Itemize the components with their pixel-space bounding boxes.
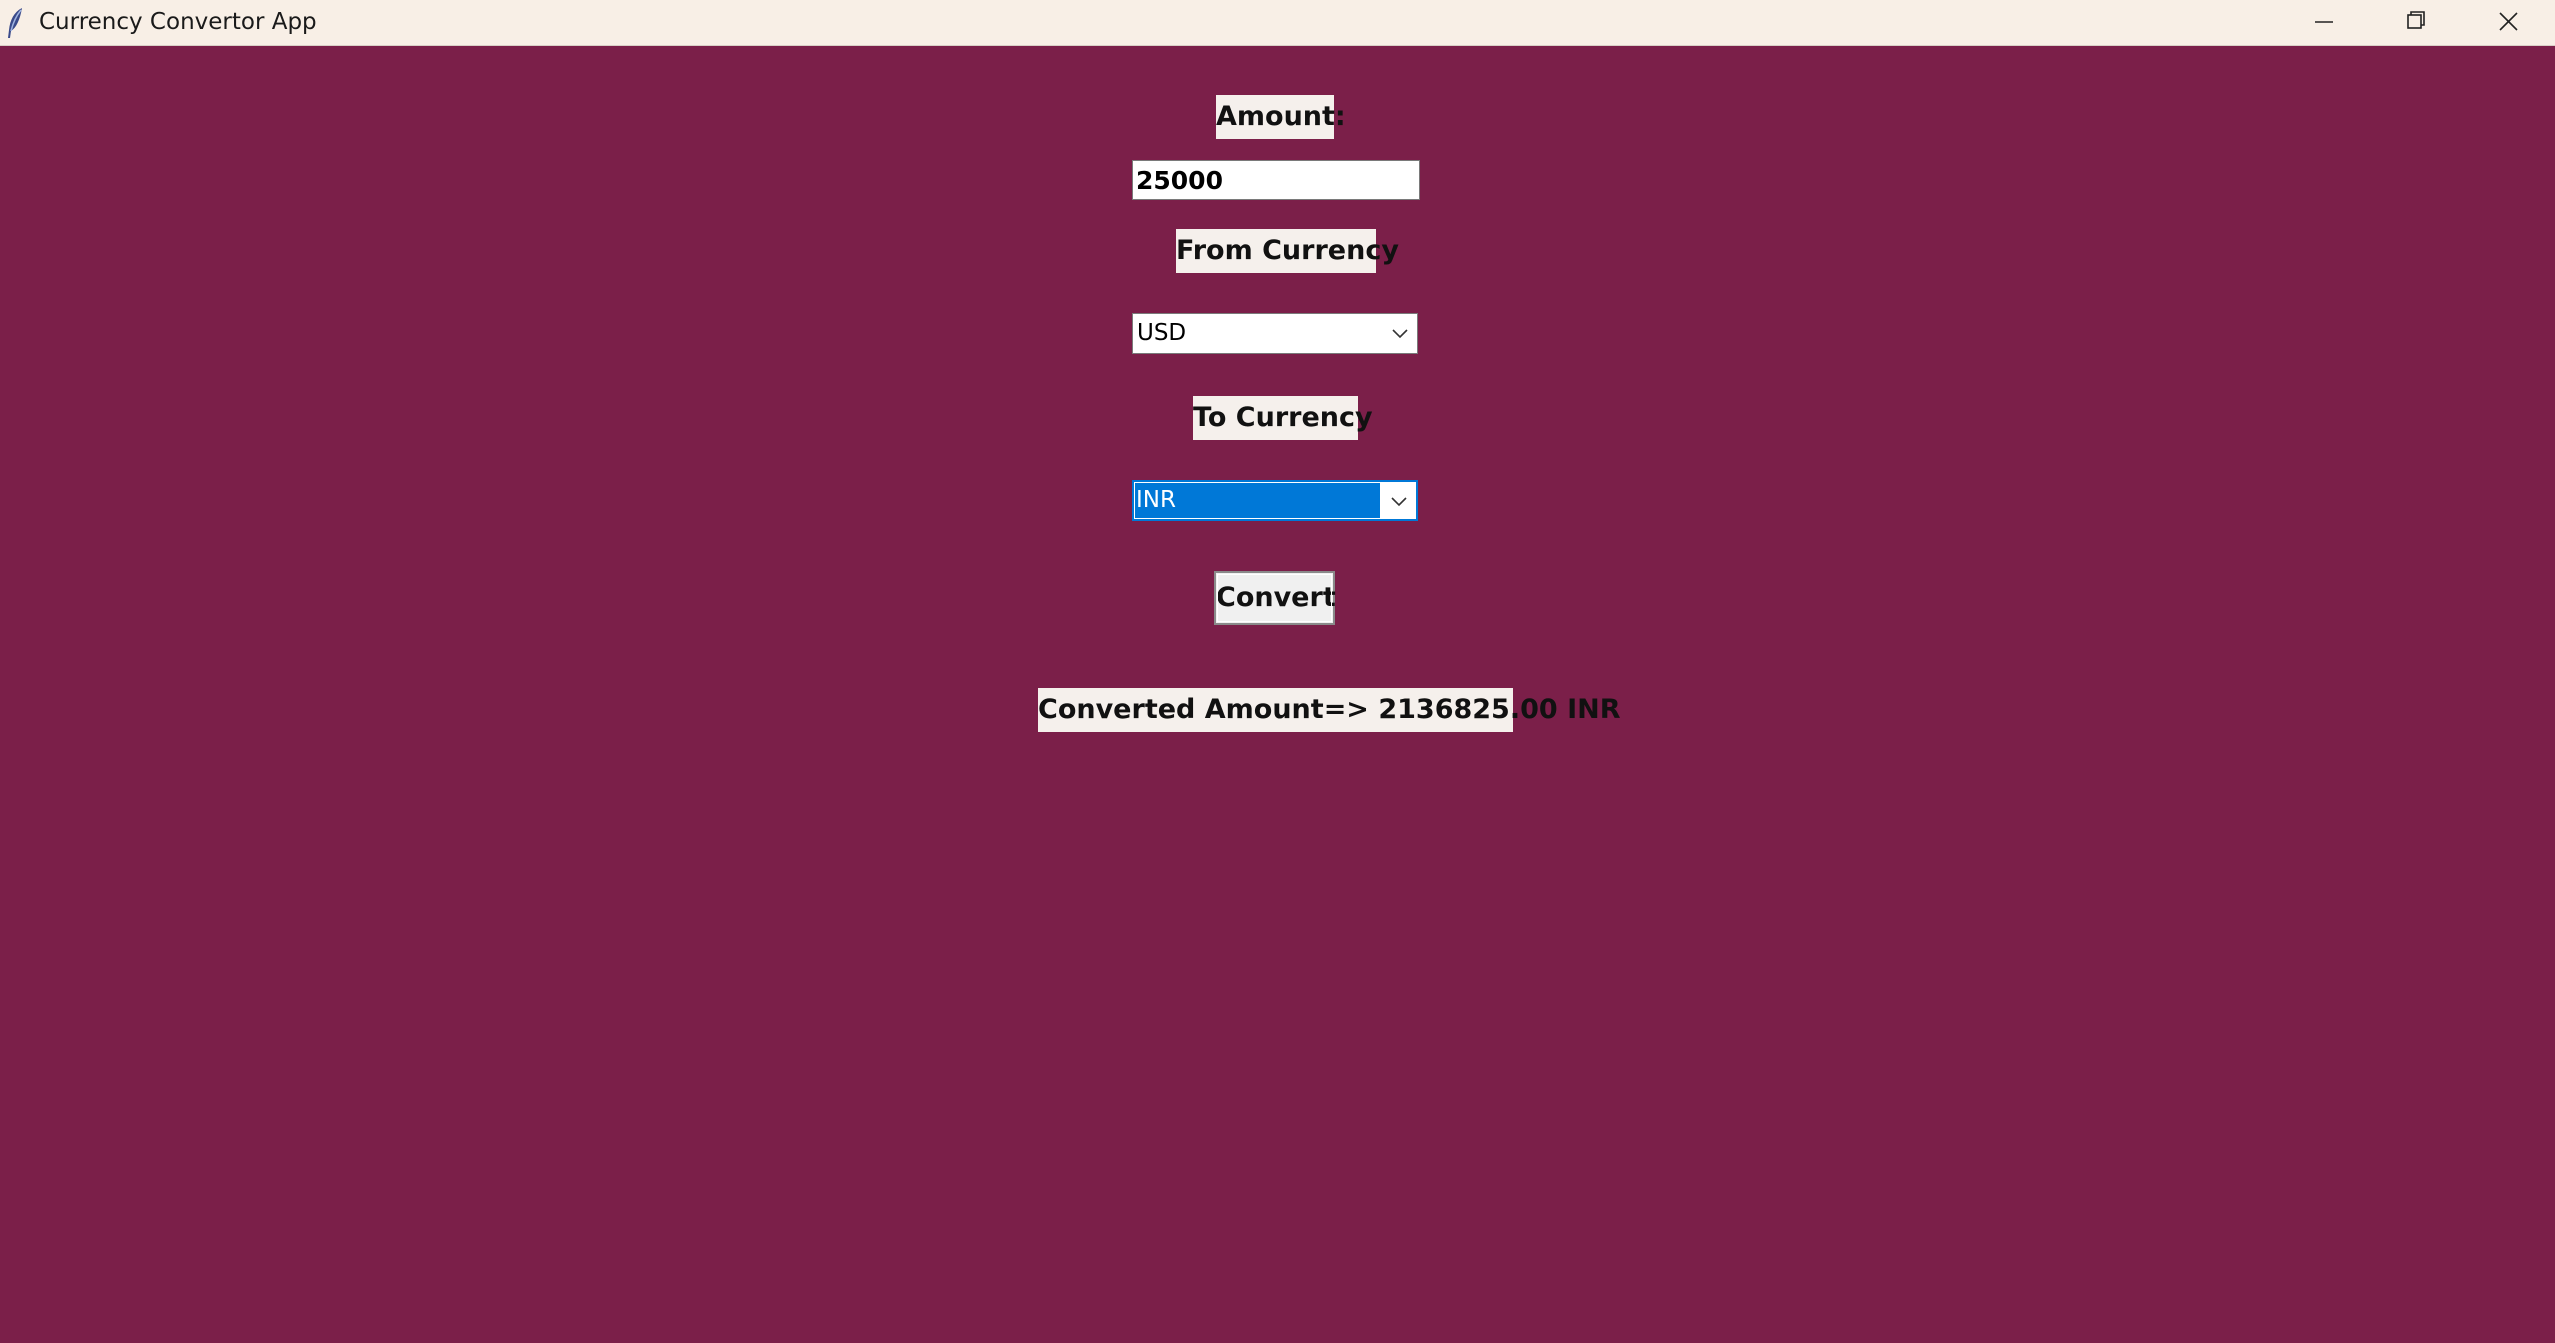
from-currency-label: From Currency — [1176, 229, 1399, 273]
converted-amount-label: Converted Amount=> 2136825.00 INR — [1038, 688, 1621, 732]
app-window: Currency Convertor App Amount: From Curr… — [0, 0, 2555, 1343]
to-currency-label: To Currency — [1193, 396, 1373, 440]
to-currency-select[interactable]: INR — [1132, 480, 1418, 521]
from-currency-select[interactable]: USD — [1132, 313, 1418, 354]
to-currency-value: INR — [1135, 483, 1380, 518]
chevron-down-icon[interactable] — [1383, 314, 1417, 353]
amount-label: Amount: — [1216, 95, 1346, 139]
from-currency-value: USD — [1137, 320, 1187, 346]
title-bar: Currency Convertor App — [0, 0, 2555, 46]
chevron-down-icon[interactable] — [1382, 482, 1416, 521]
restore-icon — [2407, 11, 2425, 29]
minimize-button[interactable] — [2278, 0, 2370, 45]
window-title: Currency Convertor App — [39, 9, 317, 35]
feather-icon — [4, 6, 28, 40]
close-icon — [2499, 12, 2518, 31]
convert-button[interactable]: Convert — [1214, 571, 1336, 625]
amount-input[interactable] — [1132, 160, 1420, 200]
close-button[interactable] — [2462, 0, 2554, 45]
minimize-icon — [2315, 21, 2333, 23]
restore-button[interactable] — [2370, 0, 2462, 45]
